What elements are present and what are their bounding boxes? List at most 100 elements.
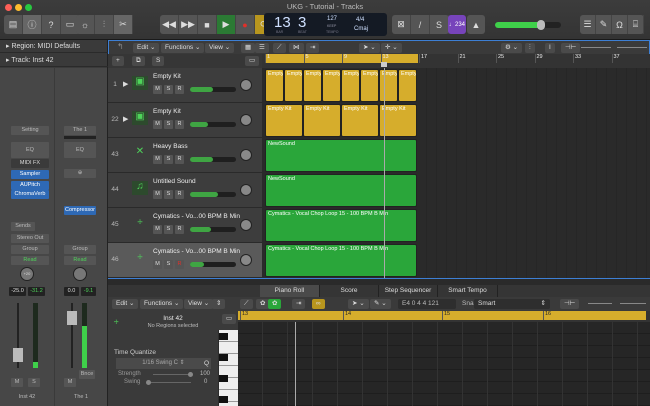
loops-icon[interactable]: Ω [612, 15, 628, 34]
pan-knob[interactable] [73, 267, 87, 281]
secondary-tool-icon[interactable]: ✛ ⌄ [381, 43, 402, 53]
mute-button[interactable]: M [153, 225, 162, 234]
region[interactable]: Empty [322, 69, 341, 102]
list-view-icon[interactable]: ☰ [255, 43, 269, 53]
smart-controls-icon[interactable]: ☼ [76, 15, 95, 34]
rewind-icon[interactable]: ◀◀ [160, 15, 179, 34]
tab-smart-tempo[interactable]: Smart Tempo [438, 285, 498, 297]
record-enable-button[interactable]: R [175, 85, 184, 94]
track-name[interactable]: Empty Kit [153, 73, 181, 80]
setting-button[interactable]: Setting [11, 126, 49, 135]
editor-playhead[interactable] [295, 322, 296, 406]
editor-edit-menu[interactable]: Edit ⌄ [112, 299, 139, 309]
note-grid[interactable] [238, 322, 650, 406]
track-options-button[interactable]: ▭ [245, 56, 260, 66]
bounce-button[interactable]: Bnce [79, 370, 95, 379]
mute-button[interactable]: M [153, 190, 162, 199]
back-icon[interactable]: ↰ [117, 42, 124, 51]
pan-knob[interactable] [240, 219, 252, 231]
duplicate-track-button[interactable]: ⧉ [132, 56, 145, 66]
solo-button[interactable]: S [164, 120, 173, 129]
track-header[interactable]: 46 ⧾ Cymatics - Vo...00 BPM B Min M S R [108, 243, 262, 278]
setting-button[interactable]: The 1 [64, 126, 96, 135]
pan-knob[interactable] [240, 149, 252, 161]
record-enable-button[interactable]: R [175, 260, 184, 269]
automation-icon[interactable]: ⟋ [273, 43, 286, 53]
region[interactable]: Empty [265, 69, 284, 102]
track-volume-slider[interactable] [190, 122, 236, 127]
track-name[interactable]: Heavy Bass [153, 143, 188, 150]
track-volume-slider[interactable] [190, 192, 236, 197]
volume-fader[interactable] [13, 303, 23, 368]
automation-icon[interactable]: ⟋ [240, 299, 253, 309]
swing-slider[interactable] [146, 380, 191, 385]
vertical-fit-icon[interactable]: I [545, 43, 555, 53]
piano-keyboard[interactable] [219, 330, 238, 406]
pointer-tool-icon[interactable]: ➤ ⌄ [359, 43, 380, 53]
region[interactable]: Empty [398, 69, 417, 102]
mixer-icon[interactable]: ⫶ [95, 15, 114, 34]
region[interactable]: Empty Kit [303, 104, 341, 137]
mute-button[interactable]: M [153, 85, 162, 94]
vertical-zoom-slider[interactable] [581, 47, 611, 48]
track-name[interactable]: Untitled Sound [153, 178, 196, 185]
arrange-area[interactable]: Empty Empty Empty Empty Empty Empty Empty Empty… [262, 68, 650, 278]
track-name[interactable]: Empty Kit [153, 108, 181, 115]
horizontal-zoom-slider[interactable] [620, 303, 646, 304]
eq-button[interactable]: EQ [64, 142, 96, 158]
play-icon[interactable]: ▶ [217, 15, 236, 34]
region[interactable]: Empty Kit [341, 104, 379, 137]
eq-button[interactable]: EQ [11, 142, 49, 158]
catch-icon[interactable]: ⇥ [306, 43, 320, 53]
grid-view-icon[interactable]: ▦ [241, 43, 256, 53]
region[interactable]: NewSound [265, 174, 417, 207]
pan-knob[interactable]: +20 [20, 267, 34, 281]
notepad-icon[interactable]: ✎ [596, 15, 612, 34]
track-name[interactable]: Cymatics - Vo...00 BPM B Min [153, 213, 240, 220]
track-header[interactable]: 43 ✕ Heavy Bass M S R [108, 138, 262, 173]
library-icon[interactable]: ▤ [4, 15, 23, 34]
metronome-icon[interactable]: ▲ [467, 15, 485, 34]
midi-fx-slot[interactable]: MIDI FX [11, 159, 49, 168]
midi-out-icon[interactable]: ✿ [268, 299, 282, 309]
pan-knob[interactable] [240, 114, 252, 126]
solo-icon[interactable]: S [430, 15, 449, 34]
region[interactable]: Empty [379, 69, 398, 102]
solo-button[interactable]: S [28, 378, 40, 387]
volume-fader[interactable] [67, 303, 77, 368]
solo-button[interactable]: S [164, 260, 173, 269]
list-editors-icon[interactable]: ☰ [580, 15, 596, 34]
stop-icon[interactable]: ■ [198, 15, 217, 34]
solo-button[interactable]: S [164, 225, 173, 234]
add-track-button[interactable]: + [112, 56, 124, 66]
inspector-icon[interactable]: ⓘ [23, 15, 42, 34]
waveform-zoom-icon[interactable]: ⫶ [525, 43, 535, 53]
snap-select[interactable]: Smart ⇕ [474, 299, 550, 309]
track-header[interactable]: 44 ♫ Untitled Sound M S R [108, 173, 262, 208]
group-slot[interactable]: Group [11, 245, 49, 254]
track-inspector-header[interactable]: ▸ Track: Inst 42 [0, 54, 108, 67]
solo-button[interactable]: S [164, 155, 173, 164]
track-volume-slider[interactable] [190, 87, 236, 92]
settings-icon[interactable]: ⚙ ⌄ [501, 43, 523, 53]
sends-slot[interactable]: Sends [11, 222, 35, 231]
pointer-tool-icon[interactable]: ➤ ⌄ [348, 299, 369, 309]
disclosure-triangle-icon[interactable]: ▶ [123, 80, 128, 88]
record-enable-button[interactable]: R [175, 225, 184, 234]
count-in-button[interactable]: ♩234 [448, 15, 466, 34]
audio-fx-slot-2[interactable]: ChromaVerb [11, 190, 49, 199]
pan-knob[interactable] [240, 79, 252, 91]
global-solo-button[interactable]: S [152, 56, 165, 66]
editor-view-menu[interactable]: View ⌄ [184, 299, 214, 309]
strength-slider[interactable] [153, 372, 193, 377]
region[interactable]: Empty [341, 69, 360, 102]
help-icon[interactable]: ? [42, 15, 61, 34]
divider[interactable] [108, 278, 650, 285]
disclosure-triangle-icon[interactable]: ▶ [123, 115, 128, 123]
mute-button[interactable]: M [11, 378, 23, 387]
replace-icon[interactable]: ⊠ [392, 15, 411, 34]
lcd-display[interactable]: 13 3 BAR BEAT 127 KEEP TEMPO 4/4 Cmaj [264, 13, 387, 36]
editor-functions-menu[interactable]: Functions ⌄ [140, 299, 184, 309]
editors-icon[interactable]: ✂ [114, 15, 133, 34]
playhead-handle[interactable] [381, 62, 387, 67]
